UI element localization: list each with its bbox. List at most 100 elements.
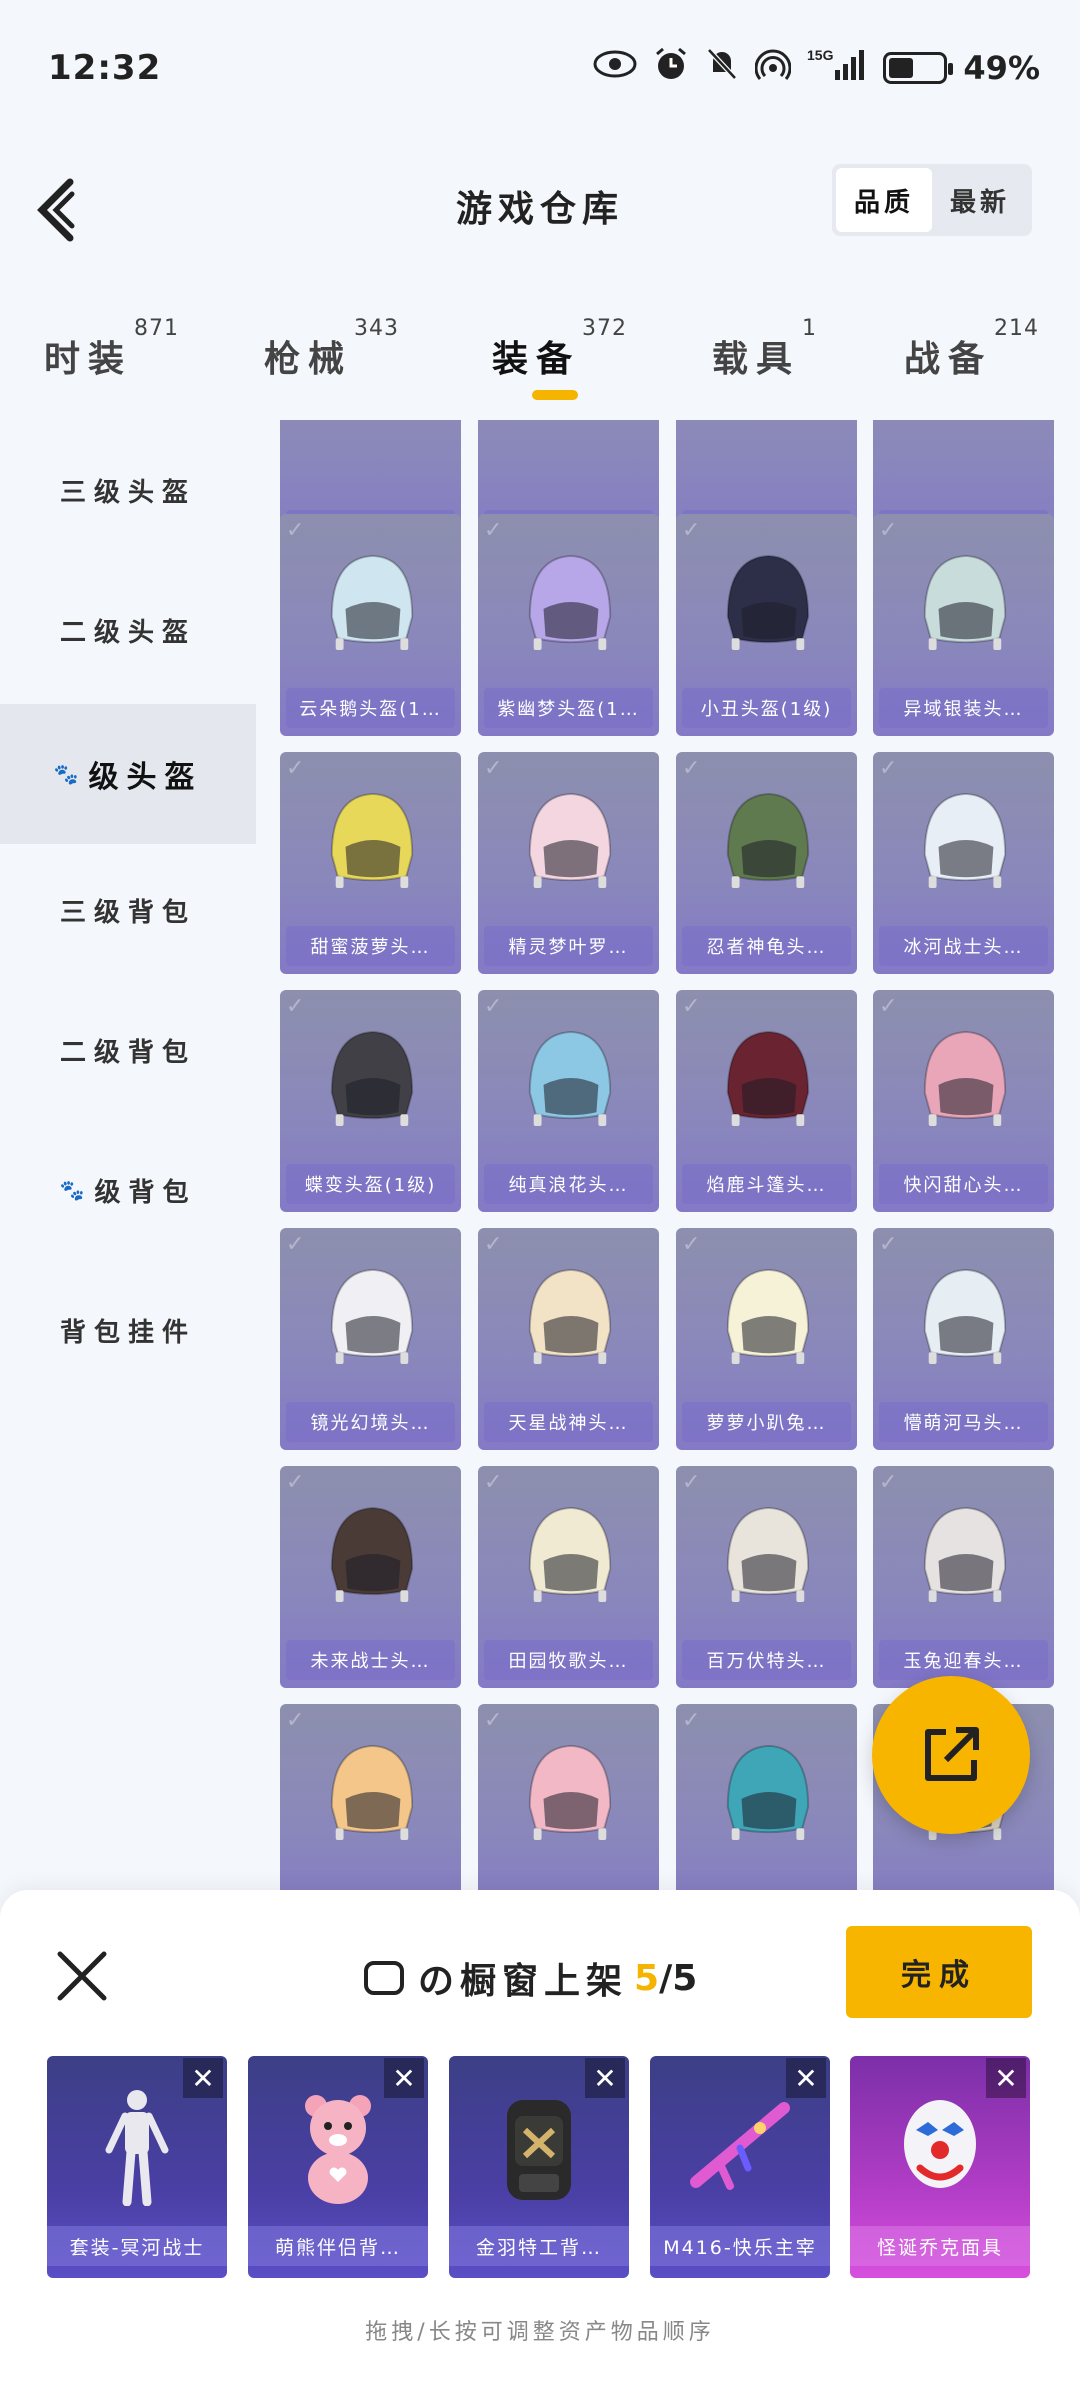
tab-fashion[interactable]: 时装 871: [44, 316, 178, 382]
status-icons: 15G 49%: [593, 46, 1040, 90]
helmet-card[interactable]: ✓: [478, 1704, 659, 1890]
remove-item-button[interactable]: ✕: [384, 2058, 424, 2098]
helmet-card[interactable]: ✓ 未来战士头…: [280, 1466, 461, 1688]
helmet-card[interactable]: ✓ 云朵鹅头盔(1…: [280, 514, 461, 736]
check-icon: ✓: [682, 756, 701, 781]
helmet-icon: [528, 554, 612, 651]
rifle-icon: [690, 2102, 790, 2190]
active-tab-indicator: [532, 390, 578, 400]
tab-supplies[interactable]: 战备 214: [904, 316, 1038, 382]
helmet-icon: [726, 554, 810, 651]
showcase-item[interactable]: ✕ 套装-冥河战士: [47, 2056, 227, 2278]
sort-newest-button[interactable]: 最新: [932, 168, 1028, 232]
check-icon: ✓: [484, 518, 503, 543]
helmet-icon: [726, 1268, 810, 1365]
check-icon: ✓: [484, 1708, 503, 1733]
cat-icon: [364, 1961, 404, 1995]
check-icon: ✓: [286, 756, 305, 781]
check-icon: ✓: [286, 1470, 305, 1495]
helmet-card[interactable]: ✓ 百万伏特头…: [676, 1466, 857, 1688]
helmet-icon: [330, 1506, 414, 1603]
helmet-card[interactable]: ✓ 忍者神龟头…: [676, 752, 857, 974]
eye-icon: [593, 49, 637, 87]
helmet-card-label: 精灵梦叶罗…: [484, 926, 653, 966]
sidebar-item-level1-helmet[interactable]: 🐾 级头盔: [0, 704, 256, 844]
mute-bell-icon: [705, 46, 739, 90]
tab-equipment[interactable]: 装备 372: [492, 316, 626, 382]
done-button[interactable]: 完成: [846, 1926, 1032, 2018]
helmet-card[interactable]: ✓ 懵萌河马头…: [873, 1228, 1054, 1450]
showcase-item[interactable]: ✕ M416-快乐主宰: [650, 2056, 830, 2278]
sidebar-item-level1-backpack[interactable]: 🐾 级背包: [0, 1120, 256, 1260]
close-icon: [57, 1951, 107, 2001]
helmet-card[interactable]: ✓ 精灵梦叶罗…: [478, 752, 659, 974]
showcase-item-label: 怪诞乔克面具: [850, 2226, 1030, 2266]
helmet-card[interactable]: ✓ 天星战神头…: [478, 1228, 659, 1450]
helmet-icon: [726, 1506, 810, 1603]
helmet-card[interactable]: ✓ 冰河战士头…: [873, 752, 1054, 974]
helmet-card[interactable]: ✓ 焰鹿斗篷头…: [676, 990, 857, 1212]
sidebar-item-label: 二级背包: [59, 1037, 196, 1068]
helmet-icon: [528, 1744, 612, 1841]
helmet-card[interactable]: ✓ 异域银装头…: [873, 514, 1054, 736]
remove-item-button[interactable]: ✕: [786, 2058, 826, 2098]
sidebar-item-level3-backpack[interactable]: 三级背包: [0, 840, 256, 980]
helmet-card-label: 玉兔迎春头…: [879, 1640, 1048, 1680]
check-icon: ✓: [682, 994, 701, 1019]
helmet-icon: [726, 792, 810, 889]
helmet-icon: [923, 1506, 1007, 1603]
helmet-card-label: 快闪甜心头…: [879, 1164, 1048, 1204]
sidebar-item-level2-backpack[interactable]: 二级背包: [0, 980, 256, 1120]
remove-item-button[interactable]: ✕: [585, 2058, 625, 2098]
helmet-icon: [726, 1744, 810, 1841]
signal-icon: 15G: [807, 46, 867, 90]
sheet-title: の橱窗上架 5/5: [364, 1952, 697, 2004]
helmet-icon: [923, 1268, 1007, 1365]
helmet-icon: [330, 792, 414, 889]
tab-count: 871: [134, 316, 180, 341]
tab-label: 枪械: [264, 339, 353, 380]
helmet-card[interactable]: ✓ 蝶变头盔(1级): [280, 990, 461, 1212]
helmet-card[interactable]: ✓ 玉兔迎春头…: [873, 1466, 1054, 1688]
showcase-item[interactable]: ✕ 金羽特工背…: [449, 2056, 629, 2278]
tab-vehicles[interactable]: 载具 1: [712, 316, 816, 382]
sort-quality-button[interactable]: 品质: [836, 168, 932, 232]
helmet-card[interactable]: ✓ 镜光幻境头…: [280, 1228, 461, 1450]
alarm-icon: [653, 46, 689, 90]
showcase-item-label: 套装-冥河战士: [47, 2226, 227, 2266]
check-icon: ✓: [484, 1232, 503, 1257]
sidebar-item-level2-helmet[interactable]: 二级头盔: [0, 560, 256, 700]
helmet-card[interactable]: ✓ 萝萝小趴兔…: [676, 1228, 857, 1450]
helmet-icon: [528, 1268, 612, 1365]
tactical-backpack-icon: [507, 2100, 571, 2200]
sidebar-item-label: 级背包: [94, 1177, 197, 1208]
helmet-card[interactable]: ✓ 紫幽梦头盔(1…: [478, 514, 659, 736]
helmet-icon: [528, 1030, 612, 1127]
showcase-item[interactable]: ✕ 怪诞乔克面具: [850, 2056, 1030, 2278]
helmet-card[interactable]: ✓: [280, 1704, 461, 1890]
reorder-hint: 拖拽/长按可调整资产物品顺序: [365, 2320, 715, 2345]
helmet-card[interactable]: ✓ 田园牧歌头…: [478, 1466, 659, 1688]
helmet-card-label: 未来战士头…: [286, 1640, 455, 1680]
showcase-item[interactable]: ✕ 萌熊伴侣背…: [248, 2056, 428, 2278]
sidebar-item-level3-helmet[interactable]: 三级头盔: [0, 420, 256, 560]
helmet-icon: [923, 792, 1007, 889]
tab-count: 1: [802, 316, 818, 341]
sidebar-item-backpack-charm[interactable]: 背包挂件: [0, 1260, 256, 1400]
remove-item-button[interactable]: ✕: [986, 2058, 1026, 2098]
check-icon: ✓: [484, 756, 503, 781]
check-icon: ✓: [682, 518, 701, 543]
check-icon: ✓: [286, 1232, 305, 1257]
tab-guns[interactable]: 枪械 343: [264, 316, 398, 382]
helmet-card-label: 萝萝小趴兔…: [682, 1402, 851, 1442]
remove-item-button[interactable]: ✕: [183, 2058, 223, 2098]
helmet-card[interactable]: ✓ 甜蜜菠萝头…: [280, 752, 461, 974]
helmet-card[interactable]: ✓: [676, 1704, 857, 1890]
helmet-card[interactable]: ✓ 纯真浪花头…: [478, 990, 659, 1212]
helmet-card[interactable]: ✓ 小丑头盔(1级): [676, 514, 857, 736]
tab-label: 时装: [44, 339, 133, 380]
showcase-sheet: の橱窗上架 5/5 完成 ✕ 套装-冥河战士 ✕ 萌熊伴侣背… ✕ 金羽特工背……: [0, 1890, 1080, 2387]
helmet-card[interactable]: ✓ 快闪甜心头…: [873, 990, 1054, 1212]
close-button[interactable]: [56, 1950, 108, 2002]
share-button[interactable]: [872, 1676, 1030, 1834]
